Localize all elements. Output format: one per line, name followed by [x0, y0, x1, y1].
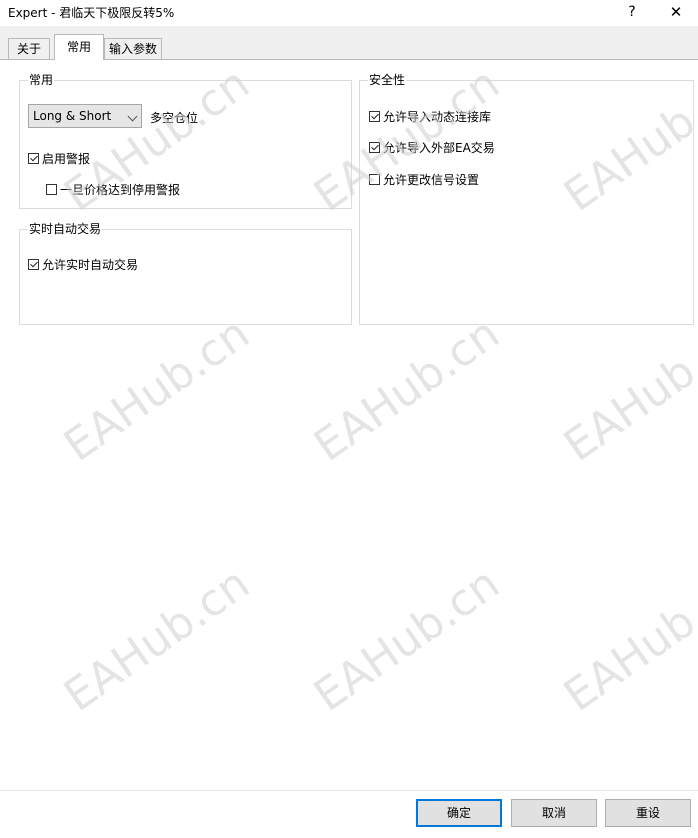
tab-about[interactable]: 关于: [8, 38, 50, 60]
checkbox-checked-icon: [369, 142, 380, 153]
title-bar: Expert - 君临天下极限反转5% ? ✕: [0, 0, 698, 24]
window-title: Expert - 君临天下极限反转5%: [8, 6, 175, 20]
reset-button[interactable]: 重设: [605, 799, 691, 827]
checkbox-unchecked-icon: [46, 184, 57, 195]
position-select-value: Long & Short: [33, 109, 112, 123]
tab-common-label: 常用: [66, 40, 91, 54]
disable-alert-on-price-checkbox[interactable]: 一旦价格达到停用警报: [46, 181, 180, 198]
position-select[interactable]: Long & Short: [28, 104, 142, 128]
tab-strip: 关于 常用 输入参数: [0, 26, 698, 60]
checkbox-unchecked-icon: [369, 174, 380, 185]
enable-alerts-checkbox[interactable]: 启用警报: [28, 150, 90, 167]
allow-live-trading-checkbox[interactable]: 允许实时自动交易: [28, 256, 138, 273]
allow-signal-settings-checkbox[interactable]: 允许更改信号设置: [369, 171, 479, 188]
allow-live-trading-label: 允许实时自动交易: [42, 258, 139, 272]
general-group-title: 常用: [28, 73, 55, 87]
close-icon[interactable]: ✕: [666, 2, 686, 22]
allow-signal-settings-label: 允许更改信号设置: [383, 173, 480, 187]
footer-divider: [0, 790, 698, 791]
watermark: EAHub.cn: [555, 557, 698, 722]
allow-dll-label: 允许导入动态连接库: [383, 110, 492, 124]
live-trading-group-title: 实时自动交易: [28, 222, 103, 236]
watermark: EAHub.cn: [305, 307, 509, 472]
position-select-label: 多空仓位: [150, 111, 199, 125]
checkbox-checked-icon: [28, 153, 39, 164]
security-group-title: 安全性: [368, 73, 407, 87]
allow-external-ea-checkbox[interactable]: 允许导入外部EA交易: [369, 139, 495, 156]
tab-common[interactable]: 常用: [54, 34, 104, 60]
checkbox-checked-icon: [369, 111, 380, 122]
checkbox-checked-icon: [28, 259, 39, 270]
allow-dll-checkbox[interactable]: 允许导入动态连接库: [369, 108, 491, 125]
help-icon[interactable]: ?: [622, 2, 642, 22]
watermark: EAHub.cn: [55, 307, 259, 472]
watermark: EAHub.cn: [305, 557, 509, 722]
tab-inputs[interactable]: 输入参数: [104, 38, 162, 60]
allow-external-ea-label: 允许导入外部EA交易: [383, 141, 495, 155]
tab-about-label: 关于: [16, 42, 41, 56]
enable-alerts-label: 启用警报: [42, 152, 91, 166]
watermark: EAHub.cn: [555, 307, 698, 472]
watermark: EAHub.cn: [55, 557, 259, 722]
disable-alert-on-price-label: 一旦价格达到停用警报: [60, 183, 181, 197]
tab-inputs-label: 输入参数: [108, 42, 157, 56]
ok-button[interactable]: 确定: [416, 799, 502, 827]
cancel-button[interactable]: 取消: [511, 799, 597, 827]
tab-divider: [0, 59, 698, 60]
live-trading-group: 实时自动交易: [19, 222, 352, 325]
chevron-down-icon: [127, 111, 138, 122]
